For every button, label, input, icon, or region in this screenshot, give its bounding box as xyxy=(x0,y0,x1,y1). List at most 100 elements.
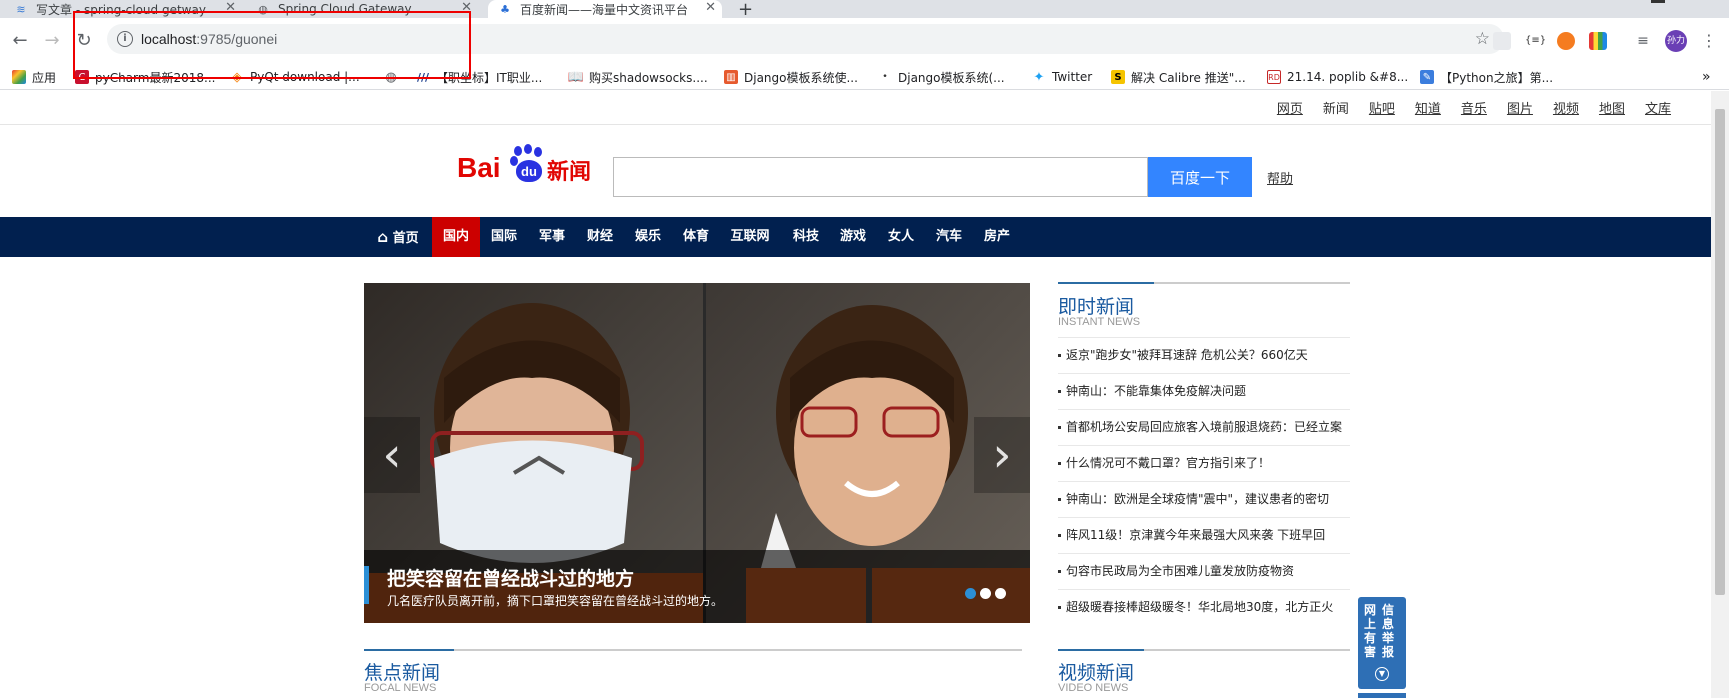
back-icon[interactable]: ← xyxy=(8,28,32,52)
django-icon: ▥ xyxy=(724,70,738,84)
report-harmful-info-widget[interactable]: 网 上 有 害 信 息 举 报 ▼ xyxy=(1358,597,1406,689)
top-link[interactable]: 贴吧 xyxy=(1369,98,1395,117)
tab-title: 百度新闻——海量中文资讯平台 xyxy=(520,2,689,17)
search-button[interactable]: 百度一下 xyxy=(1148,157,1252,197)
nav-item[interactable]: 国际 xyxy=(480,217,528,257)
book-icon: 📖 xyxy=(567,69,585,85)
section-rule xyxy=(364,649,1022,651)
slide-subtitle: 几名医疗队员离开前，摘下口罩把笑容留在曾经战斗过的地方。 xyxy=(387,594,724,608)
scrollbar[interactable] xyxy=(1711,91,1729,698)
section-rule xyxy=(1058,282,1350,284)
prev-arrow-icon[interactable]: ‹ xyxy=(364,417,420,493)
top-link[interactable]: 图片 xyxy=(1507,98,1533,117)
top-link[interactable]: 网页 xyxy=(1277,98,1303,117)
avatar[interactable]: 孙力 xyxy=(1665,30,1687,52)
slider-dot[interactable] xyxy=(980,588,991,599)
baidu-news-logo[interactable]: Bai du 新闻 xyxy=(457,144,597,186)
json-extension-icon[interactable]: {≡} xyxy=(1525,32,1546,50)
bookmark-item[interactable]: ✎ 【Python之旅】第... xyxy=(1420,68,1553,86)
curl-icon: ᭼ xyxy=(880,67,890,83)
nav-item[interactable]: 房产 xyxy=(973,217,1021,257)
bookmarks-overflow-icon[interactable]: » xyxy=(1702,68,1711,86)
new-tab-button[interactable]: + xyxy=(738,0,758,18)
apps-grid-icon xyxy=(12,70,26,84)
top-link[interactable]: 地图 xyxy=(1599,98,1625,117)
bookmark-item[interactable]: S 解决 Calibre 推送"... xyxy=(1111,68,1246,86)
news-item[interactable]: 超级暖春接棒超级暖冬！华北局地30度，北方正火 xyxy=(1058,589,1350,625)
menu-icon[interactable]: ⋮ xyxy=(1700,32,1718,50)
baidu-paw-icon: ♣ xyxy=(500,2,510,16)
forward-icon[interactable]: → xyxy=(40,28,64,52)
nav-item-guonei-active[interactable]: 国内 xyxy=(432,217,480,257)
rd-icon: RD xyxy=(1267,70,1281,84)
section-subtitle: INSTANT NEWS xyxy=(1058,316,1141,328)
chevron-down-icon[interactable]: ▼ xyxy=(1375,667,1389,681)
nav-item[interactable]: 游戏 xyxy=(829,217,877,257)
section-subtitle: FOCAL NEWS xyxy=(364,682,437,694)
nav-item[interactable]: 体育 xyxy=(672,217,720,257)
section-title: 视频新闻 xyxy=(1058,662,1135,684)
baidu-news-page: 网页 新闻 贴吧 知道 音乐 图片 视频 地图 文库 Bai du 新闻 百度一… xyxy=(0,91,1711,698)
top-link[interactable]: 文库 xyxy=(1645,98,1671,117)
top-link[interactable]: 视频 xyxy=(1553,98,1579,117)
slider-dot-active[interactable] xyxy=(965,588,976,599)
news-item[interactable]: 阵风11级！京津冀今年来最强大风来袭 下班早回 xyxy=(1058,517,1350,553)
section-title: 焦点新闻 xyxy=(364,662,441,684)
home-icon: ⌂ xyxy=(377,228,389,246)
bookmark-item[interactable]: RD 21.14. poplib &#8... xyxy=(1267,68,1408,86)
nav-item[interactable]: 汽车 xyxy=(925,217,973,257)
top-links: 网页 新闻 贴吧 知道 音乐 图片 视频 地图 文库 xyxy=(1257,98,1671,117)
bookmark-star-icon[interactable]: ☆ xyxy=(1475,29,1490,49)
section-rule xyxy=(1058,649,1350,651)
nav-item[interactable]: 科技 xyxy=(782,217,830,257)
nav-item[interactable]: 娱乐 xyxy=(624,217,672,257)
search-input[interactable] xyxy=(613,157,1148,197)
bookmark-apps[interactable]: 应用 xyxy=(12,68,56,86)
nav-item[interactable]: 财经 xyxy=(576,217,624,257)
scrollbar-thumb[interactable] xyxy=(1715,109,1725,595)
top-link[interactable]: 音乐 xyxy=(1461,98,1487,117)
s-icon: S xyxy=(1111,70,1125,84)
nav-item[interactable]: 互联网 xyxy=(720,217,780,257)
extension-icon[interactable] xyxy=(1493,32,1511,50)
slider-dot[interactable] xyxy=(995,588,1006,599)
top-link-current[interactable]: 新闻 xyxy=(1323,98,1349,117)
news-item[interactable]: 首都机场公安局回应旅客入境前服退烧药：已经立案 xyxy=(1058,409,1350,445)
minimize-icon[interactable] xyxy=(1651,0,1665,3)
nav-home[interactable]: ⌂ 首页 xyxy=(370,217,426,257)
top-link[interactable]: 知道 xyxy=(1415,98,1441,117)
next-arrow-icon[interactable]: › xyxy=(974,417,1030,493)
media-icon[interactable]: ≡ xyxy=(1634,32,1652,50)
pencil-icon: ✎ xyxy=(1420,70,1434,84)
nav-item[interactable]: 女人 xyxy=(877,217,925,257)
annotation-highlight-box xyxy=(73,11,471,79)
news-item[interactable]: 句容市民政局为全市困难儿童发放防疫物资 xyxy=(1058,553,1350,589)
bookmark-item[interactable]: 📖 购买shadowsocks.... xyxy=(567,68,708,86)
widget-tab[interactable] xyxy=(1358,693,1406,698)
news-item[interactable]: 钟南山：不能靠集体免疫解决问题 xyxy=(1058,373,1350,409)
news-item[interactable]: 钟南山：欧洲是全球疫情"震中"，建议患者的密切 xyxy=(1058,481,1350,517)
close-icon[interactable]: ✕ xyxy=(705,0,716,15)
bookmark-item[interactable]: ▥ Django模板系统使... xyxy=(724,68,858,86)
news-item[interactable]: 什么情况可不戴口罩？官方指引来了！ xyxy=(1058,445,1350,481)
slide-title[interactable]: 把笑容留在曾经战斗过的地方 xyxy=(387,564,634,591)
channel-nav: ⌂ 首页 国内 国际 军事 财经 娱乐 体育 互联网 科技 游戏 女人 汽车 房… xyxy=(0,217,1711,257)
headline-slider[interactable]: ‹ › 把笑容留在曾经战斗过的地方 几名医疗队员离开前，摘下口罩把笑容留在曾经战… xyxy=(364,283,1030,623)
bookmark-item[interactable]: ᭼ Django模板系统(... xyxy=(878,68,1005,86)
csdn-icon: ≋ xyxy=(16,2,26,16)
paw-icon: du xyxy=(510,144,546,184)
section-title: 即时新闻 xyxy=(1058,296,1135,318)
color-extension-icon[interactable] xyxy=(1589,32,1607,50)
extension-icon[interactable] xyxy=(1557,32,1575,50)
divider xyxy=(0,124,1711,125)
twitter-icon: ✦ xyxy=(1033,69,1045,85)
nav-item[interactable]: 军事 xyxy=(528,217,576,257)
tab-3-active[interactable]: ♣ 百度新闻——海量中文资讯平台 ✕ xyxy=(488,0,722,18)
news-item[interactable]: 返京"跑步女"被拜耳速辞 危机公关？660亿天 xyxy=(1058,337,1350,373)
caption-accent xyxy=(364,566,369,604)
bookmark-item[interactable]: ✦ Twitter xyxy=(1032,68,1093,86)
slide-caption[interactable]: 把笑容留在曾经战斗过的地方 几名医疗队员离开前，摘下口罩把笑容留在曾经战斗过的地… xyxy=(364,550,1030,623)
report-widget-label: 网 上 有 害 信 息 举 报 xyxy=(1364,603,1395,659)
section-subtitle: VIDEO NEWS xyxy=(1058,682,1129,694)
help-link[interactable]: 帮助 xyxy=(1267,168,1293,187)
